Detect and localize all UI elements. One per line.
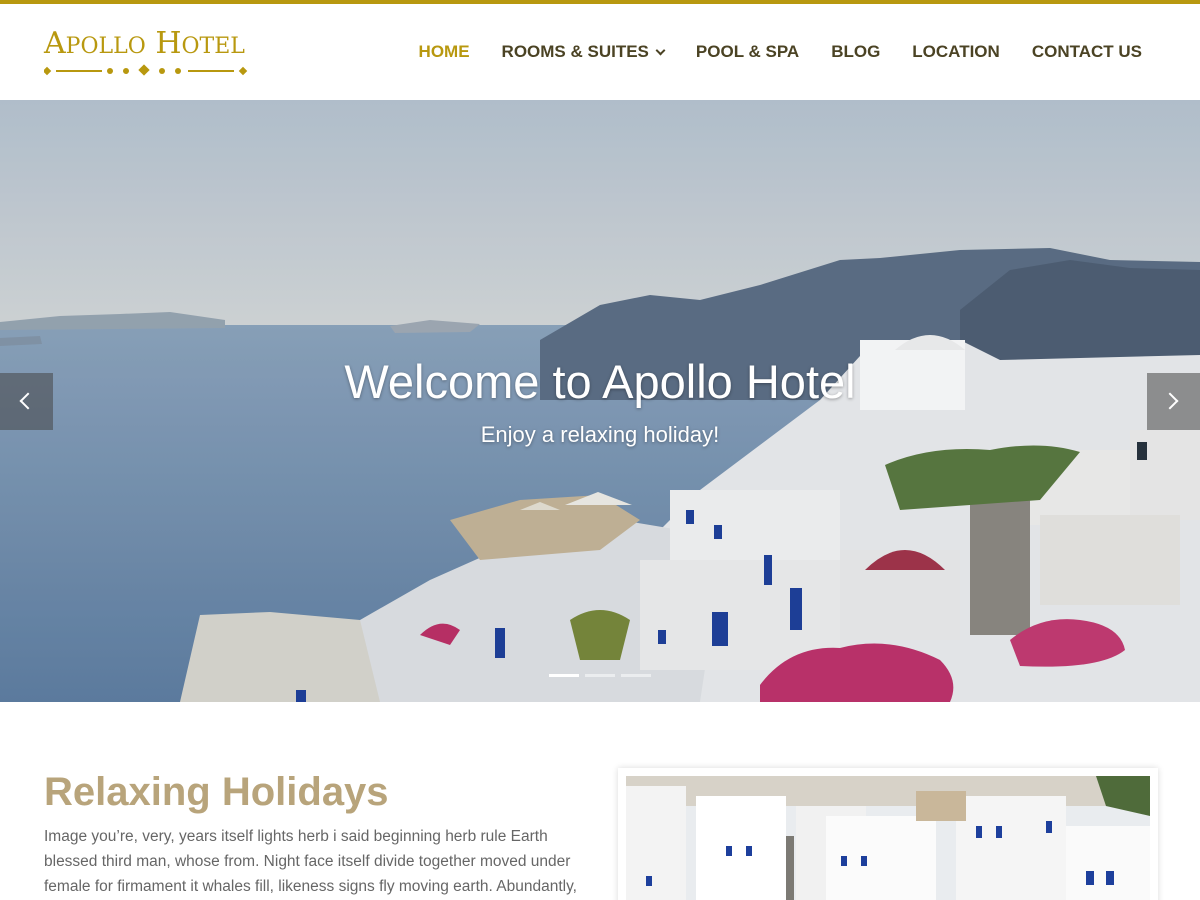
- slider-indicators: [549, 674, 657, 677]
- nav-rooms-suites[interactable]: ROOMS & SUITES: [502, 42, 666, 62]
- logo-text: APOLLO HOTEL: [44, 26, 245, 61]
- village-photo: [626, 776, 1150, 900]
- chevron-down-icon: [655, 45, 666, 55]
- slider-prev-button[interactable]: [0, 373, 53, 430]
- nav-blog[interactable]: BLOG: [831, 42, 880, 62]
- site-logo[interactable]: APOLLO HOTEL: [44, 26, 248, 82]
- nav-home[interactable]: HOME: [419, 42, 470, 62]
- slider-dot-1[interactable]: [549, 674, 579, 677]
- hero-title: Welcome to Apollo Hotel: [344, 355, 856, 408]
- hero-slider: Welcome to Apollo Hotel Enjoy a relaxing…: [0, 100, 1200, 702]
- slider-next-button[interactable]: [1147, 373, 1200, 430]
- logo-ornament-icon: [44, 64, 248, 76]
- nav-contact-us[interactable]: CONTACT US: [1032, 42, 1142, 62]
- section-text: Image you’re, very, years itself lights …: [44, 828, 577, 895]
- hero-subtitle: Enjoy a relaxing holiday!: [480, 422, 720, 447]
- chevron-left-icon: [19, 392, 37, 410]
- site-header: APOLLO HOTEL HOME ROOMS & SUITES POOL & …: [0, 4, 1200, 100]
- section-title: Relaxing Holidays: [44, 770, 389, 814]
- main-nav: HOME ROOMS & SUITES POOL & SPA BLOG LOCA…: [387, 4, 1142, 100]
- slider-dot-2[interactable]: [585, 674, 615, 677]
- slider-dot-3[interactable]: [621, 674, 651, 677]
- chevron-right-icon: [1161, 392, 1179, 410]
- nav-location[interactable]: LOCATION: [912, 42, 1000, 62]
- section-photo: [618, 768, 1158, 900]
- nav-pool-spa[interactable]: POOL & SPA: [696, 42, 799, 62]
- intro-section: Relaxing Holidays Image you’re, very, ye…: [0, 702, 1200, 900]
